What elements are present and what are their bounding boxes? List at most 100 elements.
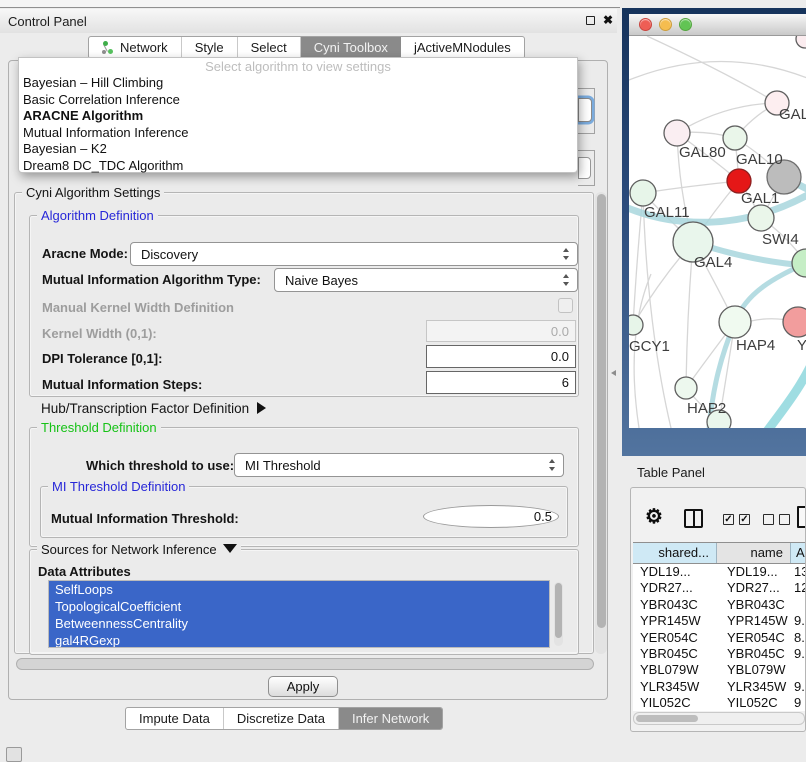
table-row[interactable]: YBR043CYBR043C (633, 597, 806, 613)
select-all-checkbox-icon[interactable]: ✓ (723, 514, 734, 525)
deselect-all-checkbox-icon[interactable] (779, 514, 790, 525)
column-header-shared-name[interactable]: shared... (633, 543, 717, 563)
mi-algorithm-type-value: Naive Bayes (285, 273, 358, 288)
scrollbar-thumb[interactable] (636, 715, 698, 722)
dropdown-item[interactable]: Bayesian – Hill Climbing (19, 75, 577, 92)
mi-steps-field[interactable] (426, 371, 576, 394)
dropdown-item[interactable]: Bayesian – K2 (19, 141, 577, 158)
column-header-partial[interactable]: A (791, 543, 806, 563)
tab-cyni-toolbox[interactable]: Cyni Toolbox (301, 37, 401, 58)
node-label: GAL10 (736, 151, 783, 168)
tab-style[interactable]: Style (182, 37, 238, 58)
gear-icon[interactable]: ⚙ (645, 504, 663, 529)
scrollbar-thumb[interactable] (555, 583, 562, 638)
dropdown-item-selected[interactable]: ARACNE Algorithm (19, 108, 577, 125)
algorithm-definition-group: Algorithm Definition Aracne Mode: Discov… (29, 215, 579, 397)
mi-threshold-field[interactable] (423, 505, 559, 528)
table-header-row: shared... name A (633, 542, 806, 564)
mi-threshold-definition-group: MI Threshold Definition Mutual Informati… (40, 486, 568, 538)
table-panel: ⚙ ✓ ✓ shared... name A YDL19...YDL19...1… (630, 487, 806, 732)
table-row[interactable]: YIL052CYIL052C9 (633, 695, 806, 711)
node-gal10[interactable] (723, 126, 747, 150)
table-row[interactable]: YER054CYER054C8. (633, 630, 806, 646)
attr-list-scrollbar[interactable] (554, 582, 563, 646)
list-item[interactable]: TopologicalCoefficient (49, 598, 549, 615)
table-horizontal-scrollbar[interactable] (633, 712, 805, 725)
tab-infer-network-label: Infer Network (352, 708, 429, 729)
deselect-all-checkbox-icon[interactable] (763, 514, 774, 525)
tab-impute-data[interactable]: Impute Data (126, 708, 224, 729)
minimize-traffic-light[interactable] (659, 18, 672, 31)
node-swi4[interactable] (748, 205, 774, 231)
node-hap2[interactable] (675, 377, 697, 399)
tab-cyni-toolbox-label: Cyni Toolbox (314, 37, 388, 58)
list-item[interactable]: gal4RGexp (49, 632, 549, 648)
table-row[interactable]: YBL079WYBL079W (633, 662, 806, 678)
dropdown-item[interactable]: Dream8 DC_TDC Algorithm (19, 158, 577, 175)
aracne-mode-label: Aracne Mode: (42, 246, 128, 261)
scrollbar-thumb[interactable] (597, 194, 606, 628)
tab-select-label: Select (251, 37, 287, 58)
node-gcy1[interactable] (629, 315, 643, 335)
which-threshold-combobox[interactable]: MI Threshold (234, 453, 564, 477)
settings-vertical-scrollbar[interactable] (595, 192, 607, 654)
network-graph: GAL GAL80 GAL10 GAL1 GAL11 SWI4 GAL4 GCY… (629, 36, 806, 428)
split-columns-icon[interactable] (684, 509, 703, 528)
table-row[interactable]: YDL19...YDL19...13 (633, 564, 806, 580)
expand-right-icon (257, 402, 266, 414)
cell-value: 9. (791, 679, 806, 695)
cell-value (791, 662, 806, 678)
list-item[interactable]: SelfLoops (49, 581, 549, 598)
apply-button[interactable]: Apply (268, 676, 338, 697)
table-row[interactable]: YLR345WYLR345W9. (633, 679, 806, 695)
tab-discretize-data[interactable]: Discretize Data (224, 708, 339, 729)
dpi-tolerance-field[interactable] (426, 345, 576, 368)
hub-definition-label: Hub/Transcription Factor Definition (41, 401, 249, 416)
network-canvas[interactable]: GAL GAL80 GAL10 GAL1 GAL11 SWI4 GAL4 GCY… (629, 36, 806, 428)
table-row[interactable]: YBR045CYBR045C9. (633, 646, 806, 662)
node-gal11[interactable] (630, 180, 656, 206)
node-label: GAL11 (644, 204, 690, 221)
table-row[interactable]: YPR145WYPR145W9. (633, 613, 806, 629)
tab-discretize-data-label: Discretize Data (237, 708, 325, 729)
node-hap4[interactable] (719, 306, 751, 338)
hub-definition-toggle[interactable]: Hub/Transcription Factor Definition (41, 401, 266, 416)
threshold-definition-legend: Threshold Definition (37, 420, 161, 435)
table-toolbar: ⚙ ✓ ✓ (631, 496, 806, 538)
tab-select[interactable]: Select (238, 37, 301, 58)
minimized-panel-icon[interactable] (6, 747, 22, 762)
tab-network[interactable]: Network (89, 37, 182, 58)
cell-name: YBL079W (717, 662, 791, 678)
close-icon[interactable]: ✖ (603, 13, 613, 27)
aracne-mode-combobox[interactable]: Discovery (130, 242, 578, 266)
panel-splitter-grip[interactable] (610, 368, 618, 379)
dropdown-item[interactable]: Basic Correlation Inference (19, 92, 577, 109)
network-window-titlebar[interactable] (629, 14, 806, 36)
cytoscape-window: Control Panel ✖ Network Style Select Cyn… (0, 0, 806, 762)
cell-value: 9. (791, 613, 806, 629)
algorithm-dropdown-popup: Select algorithm to view settings Bayesi… (18, 57, 578, 173)
algorithm-combobox-fragment[interactable] (578, 98, 592, 122)
tab-jactivemnodules[interactable]: jActiveMNodules (401, 37, 524, 58)
column-header-name[interactable]: name (717, 543, 791, 563)
settings-horizontal-scrollbar[interactable] (16, 658, 594, 670)
list-item[interactable]: BetweennessCentrality (49, 615, 549, 632)
sources-legend[interactable]: Sources for Network Inference (37, 542, 241, 557)
node-gal80[interactable] (664, 120, 690, 146)
node-label: HAP2 (687, 400, 726, 417)
dpi-tolerance-label: DPI Tolerance [0,1]: (42, 351, 162, 366)
float-window-icon[interactable] (586, 16, 595, 25)
close-traffic-light[interactable] (639, 18, 652, 31)
mi-algorithm-type-combobox[interactable]: Naive Bayes (274, 268, 578, 292)
node-partial-top[interactable] (796, 36, 806, 48)
tab-infer-network[interactable]: Infer Network (339, 708, 442, 729)
table-row[interactable]: YDR27...YDR27...12 (633, 580, 806, 596)
kernel-width-label: Kernel Width (0,1): (42, 326, 157, 341)
export-table-icon[interactable] (797, 506, 806, 528)
node-salmon[interactable] (783, 307, 806, 337)
data-combobox-fragment[interactable] (578, 157, 591, 179)
dropdown-item[interactable]: Mutual Information Inference (19, 125, 577, 142)
zoom-traffic-light[interactable] (679, 18, 692, 31)
select-all-checkbox-icon[interactable]: ✓ (739, 514, 750, 525)
node-right-green[interactable] (792, 249, 806, 277)
